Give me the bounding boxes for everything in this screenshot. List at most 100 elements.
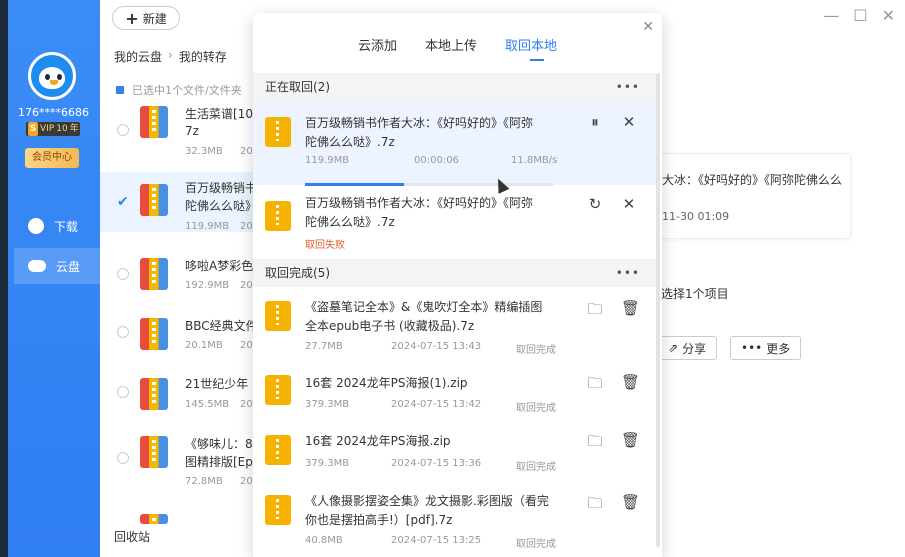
file-row[interactable]: BBC经典文件 20.1MB 20 xyxy=(100,302,255,362)
transfer-file-name: 《盗墓笔记全本》&《鬼吹灯全本》精编插图 xyxy=(305,300,543,314)
new-button-label: 新建 xyxy=(142,11,167,26)
open-folder-icon[interactable]: 🗀 xyxy=(587,299,603,324)
tab-retrieve-local[interactable]: 取回本地 xyxy=(505,35,557,54)
file-name-line2: 7z xyxy=(185,124,199,138)
plus-icon: + xyxy=(125,8,139,28)
row-checkbox[interactable] xyxy=(117,268,129,280)
transfer-size: 379.3MB xyxy=(305,399,350,410)
tab-local-upload[interactable]: 本地上传 xyxy=(425,35,477,54)
active-tab-indicator xyxy=(530,59,544,61)
transfer-item-done[interactable]: 16套 2024龙年PS海报.zip 379.3MB 2024-07-15 13… xyxy=(253,423,656,479)
cancel-icon[interactable]: ✕ xyxy=(621,113,637,131)
transfer-item-running[interactable]: 百万级畅销书作者大冰：《好吗好的》《阿弥 陀佛么么哒》.7z 119.9MB 0… xyxy=(253,101,656,185)
delete-icon[interactable]: 🗑 xyxy=(621,373,640,391)
more-dots-icon[interactable]: ••• xyxy=(616,259,640,287)
file-row[interactable]: ✔ 百万级畅销书 陀佛么么哒》 119.9MB 20 xyxy=(100,172,255,232)
file-row[interactable]: 《够味儿：8 图精排版[Ep 72.8MB 20 xyxy=(100,428,255,488)
section-done-header: 取回完成(5) ••• xyxy=(253,259,656,287)
pause-icon[interactable]: ⏸ xyxy=(587,113,603,131)
transfer-size: 40.8MB xyxy=(305,535,343,546)
section-running-title: 正在取回(2) xyxy=(265,80,330,94)
select-all-checkbox[interactable] xyxy=(116,86,124,94)
file-row[interactable]: 21世纪少年 145.5MB 20 xyxy=(100,362,255,422)
file-date: 20 xyxy=(240,399,253,410)
close-icon[interactable]: ✕ xyxy=(642,19,654,35)
zip-file-icon xyxy=(140,258,168,290)
delete-icon[interactable]: 🗑 xyxy=(621,299,640,317)
open-folder-icon[interactable]: 🗀 xyxy=(587,493,603,518)
transfer-item-failed[interactable]: 百万级畅销书作者大冰：《好吗好的》《阿弥 陀佛么么哒》.7z 取回失败 ↻ ✕ xyxy=(253,185,656,259)
zip-file-icon xyxy=(265,117,291,147)
close-icon[interactable]: ✕ xyxy=(882,6,895,25)
file-name: 哆啦A梦彩色 xyxy=(185,259,254,273)
file-size: 20.1MB xyxy=(185,340,223,351)
file-size: 32.3MB xyxy=(185,146,223,157)
transfer-elapsed: 00:00:06 xyxy=(414,155,459,166)
vip-s-icon: S xyxy=(28,122,38,136)
row-checkbox[interactable] xyxy=(117,386,129,398)
row-checkbox-checked[interactable]: ✔ xyxy=(117,195,129,209)
breadcrumb-root[interactable]: 我的云盘 xyxy=(114,48,162,65)
sidebar-item-label: 下载 xyxy=(54,219,79,234)
share-icon: ⇗ xyxy=(668,341,679,355)
window-controls: — ☐ ✕ xyxy=(823,6,895,25)
transfer-status: 取回完成 xyxy=(516,539,556,550)
zip-file-icon xyxy=(265,201,291,231)
transfer-item-done[interactable]: 《盗墓笔记全本》&《鬼吹灯全本》精编插图 全本epub电子书 (收藏极品).7z… xyxy=(253,289,656,357)
new-button[interactable]: + 新建 xyxy=(112,6,180,30)
transfer-file-name-line2: 全本epub电子书 (收藏极品).7z xyxy=(305,319,475,333)
vip-badge: S VIP 10 年 xyxy=(26,122,80,136)
more-dots-icon[interactable]: ••• xyxy=(616,73,640,101)
transfer-size: 27.7MB xyxy=(305,341,343,352)
file-name: 21世纪少年 xyxy=(185,377,249,391)
file-row[interactable]: 生活菜谱[10 7z 32.3MB 20 xyxy=(100,100,255,160)
sidebar-item-cloud[interactable]: 云盘 xyxy=(14,248,100,284)
file-row[interactable]: 哆啦A梦彩色 192.9MB 20 xyxy=(100,244,255,304)
delete-icon[interactable]: 🗑 xyxy=(621,431,640,449)
zip-file-icon xyxy=(140,106,168,138)
retry-icon[interactable]: ↻ xyxy=(587,195,603,213)
open-folder-icon[interactable]: 🗀 xyxy=(587,431,603,456)
cloud-icon xyxy=(28,260,46,272)
row-checkbox[interactable] xyxy=(117,326,129,338)
transfer-date: 2024-07-15 13:43 xyxy=(391,341,482,352)
cancel-icon[interactable]: ✕ xyxy=(621,195,637,213)
file-name-line2: 陀佛么么哒》 xyxy=(185,199,255,213)
window-edge xyxy=(0,0,8,557)
section-done-title: 取回完成(5) xyxy=(265,266,330,280)
transfer-file-name: 百万级畅销书作者大冰：《好吗好的》《阿弥 xyxy=(305,116,534,130)
zip-file-icon xyxy=(265,435,291,465)
delete-icon[interactable]: 🗑 xyxy=(621,493,640,511)
breadcrumb-current[interactable]: 我的转存 xyxy=(179,48,227,65)
transfer-item-done[interactable]: 16套 2024龙年PS海报(1).zip 379.3MB 2024-07-15… xyxy=(253,363,656,419)
transfer-date: 2024-07-15 13:42 xyxy=(391,399,482,410)
selection-info-text: 已选中1个文件/文件夹 xyxy=(132,84,242,97)
more-button-label: 更多 xyxy=(766,341,791,356)
avatar[interactable] xyxy=(28,52,76,100)
recycle-bin[interactable]: 回收站 xyxy=(114,528,150,545)
file-detail-card: 大冰：《好吗好的》《阿弥陀佛么么 11-30 01:09 xyxy=(651,153,851,239)
tab-cloud-add[interactable]: 云添加 xyxy=(358,35,397,54)
download-icon xyxy=(28,218,44,234)
transfer-item-done[interactable]: 《人像摄影摆姿全集》龙文摄影.彩图版（看完 你也是摆拍高手!）[pdf].7z … xyxy=(253,483,656,557)
share-button-label: 分享 xyxy=(682,341,707,356)
chevron-right-icon: › xyxy=(168,48,173,62)
file-size: 72.8MB xyxy=(185,476,223,487)
selected-count: 选择1个项目 xyxy=(661,287,729,301)
more-button[interactable]: ••• 更多 xyxy=(730,336,802,360)
scrollbar[interactable] xyxy=(656,73,660,547)
minimize-icon[interactable]: — xyxy=(823,6,839,25)
sidebar: 176****6686 S VIP 10 年 会员中心 下载 云盘 xyxy=(0,0,100,557)
file-size: 119.9MB xyxy=(185,221,230,232)
maximize-icon[interactable]: ☐ xyxy=(853,6,867,25)
member-center-button[interactable]: 会员中心 xyxy=(25,148,79,168)
transfer-dialog: ✕ 云添加 本地上传 取回本地 正在取回(2) ••• 百万级畅销书作者大冰：《… xyxy=(253,13,662,557)
open-folder-icon[interactable]: 🗀 xyxy=(587,373,603,398)
share-button[interactable]: ⇗ 分享 xyxy=(657,336,718,360)
row-checkbox[interactable] xyxy=(117,452,129,464)
detail-date: 11-30 01:09 xyxy=(662,210,730,223)
row-checkbox[interactable] xyxy=(117,124,129,136)
zip-file-icon xyxy=(140,514,168,542)
vip-suffix: 年 xyxy=(69,124,79,134)
sidebar-item-download[interactable]: 下载 xyxy=(14,208,100,244)
